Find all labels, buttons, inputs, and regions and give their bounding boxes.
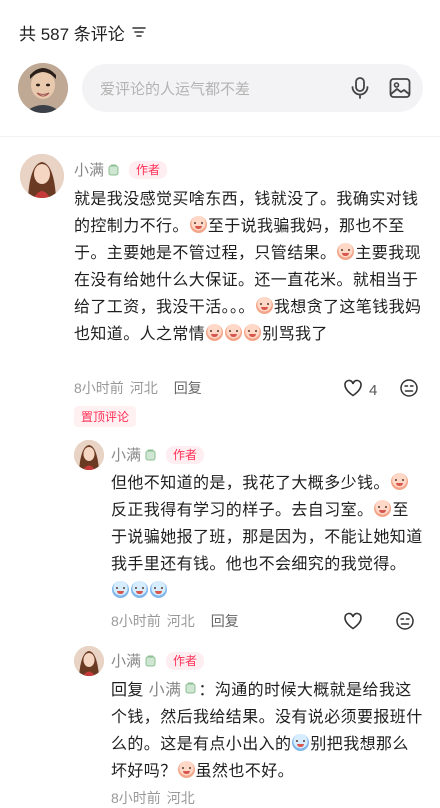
laugh-cry-emoji-icon: [225, 324, 243, 341]
comment-time: 8小时前: [111, 790, 161, 806]
comment-text-fragment: 反正我得有学习的样子。去自习室。: [111, 502, 374, 519]
comment-text: 回复 小满 ：沟通的时候大概就是给我这个钱，然后我给结果。没有说必须要报班什么的。…: [111, 677, 424, 785]
comment-meta: 8小时前 河北 回复: [74, 378, 202, 398]
reply-prefix: 回复: [111, 682, 149, 699]
author-name[interactable]: 小满: [111, 650, 141, 671]
laugh-cry-emoji-icon: [206, 324, 224, 341]
comment-input-placeholder: 爱评论的人运气都不差: [100, 80, 251, 98]
tea-cup-icon: [108, 164, 119, 175]
comment-author-line: 小满 作者: [74, 159, 168, 180]
blue-cry-emoji-icon: [131, 581, 148, 598]
comment-actions: [343, 611, 415, 635]
heart-icon[interactable]: [343, 612, 363, 634]
divider: [0, 136, 440, 137]
blue-cry-emoji-icon: [150, 581, 167, 598]
comment-meta: 8小时前 河北: [111, 788, 195, 808]
reply-button[interactable]: 回复: [174, 378, 202, 398]
comment-input[interactable]: 爱评论的人运气都不差: [82, 64, 423, 112]
heart-icon[interactable]: [343, 379, 363, 401]
like-count: 4: [369, 381, 378, 399]
reply-target-name[interactable]: 小满: [149, 682, 182, 699]
laugh-cry-emoji-icon: [390, 473, 408, 490]
laugh-cry-emoji-icon: [374, 500, 392, 517]
tea-cup-icon: [145, 655, 156, 666]
comment-meta: 8小时前 河北 回复: [111, 611, 239, 631]
comment-location: 河北: [129, 380, 158, 396]
dislike-emoji-icon[interactable]: [399, 378, 419, 402]
laugh-cry-emoji-icon: [189, 216, 207, 233]
blue-cry-emoji-icon: [112, 581, 129, 598]
comment-author-line: 小满 作者: [111, 650, 205, 671]
author-badge: 作者: [166, 445, 205, 464]
comment-text-fragment: 虽然也不好。: [195, 763, 295, 780]
dislike-emoji-icon[interactable]: [395, 611, 415, 635]
my-avatar: [18, 63, 68, 113]
blue-cry-emoji-icon: [292, 734, 310, 751]
author-badge: 作者: [166, 651, 205, 670]
comment-text: 但他不知道的是，我花了大概多少钱。反正我得有学习的样子。去自习室。 至于说骗她报了…: [111, 470, 424, 605]
tea-cup-icon: [185, 682, 196, 694]
comment-time: 8小时前: [74, 380, 124, 396]
comment-count: 共 587 条评论: [19, 24, 125, 44]
author-name[interactable]: 小满: [111, 444, 141, 465]
laugh-cry-emoji-icon: [244, 324, 262, 341]
comment-author-line: 小满 作者: [111, 444, 205, 465]
avatar[interactable]: [74, 646, 104, 676]
comment-time: 8小时前: [111, 613, 161, 629]
sort-filter-icon[interactable]: [131, 24, 147, 40]
comment-text-fragment: 但他不知道的是，我花了大概多少钱。: [111, 475, 390, 492]
tea-cup-icon: [145, 449, 156, 460]
laugh-cry-emoji-icon: [255, 297, 273, 314]
author-name[interactable]: 小满: [74, 159, 104, 180]
comment-text-fragment: 别骂我了: [262, 326, 328, 343]
image-icon[interactable]: [387, 75, 413, 101]
microphone-icon[interactable]: [347, 75, 373, 101]
comment-location: 河北: [166, 790, 195, 806]
reply-button[interactable]: 回复: [211, 611, 239, 631]
comment-location: 河北: [166, 613, 195, 629]
avatar[interactable]: [20, 154, 64, 198]
comment-actions: 4: [343, 378, 419, 402]
pinned-comment-tag: 置顶评论: [74, 406, 137, 427]
laugh-cry-emoji-icon: [177, 761, 195, 778]
comments-header: 共 587 条评论: [19, 18, 147, 46]
comment-input-bar: 爱评论的人运气都不差: [18, 62, 423, 114]
laugh-cry-emoji-icon: [337, 243, 355, 260]
avatar[interactable]: [74, 440, 104, 470]
comment-text: 就是我没感觉买啥东西，钱就没了。我确实对钱的控制力不行。 至于说我骗我妈，那也不至…: [74, 186, 426, 348]
author-badge: 作者: [129, 160, 168, 179]
